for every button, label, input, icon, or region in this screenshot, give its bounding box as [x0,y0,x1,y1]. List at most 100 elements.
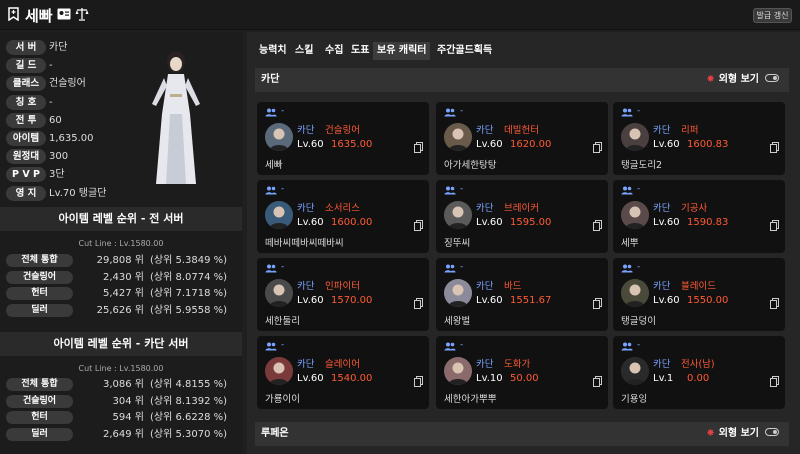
character-level: Lv.60 [476,295,503,306]
character-server: 카단 [653,203,671,214]
copy-icon[interactable] [593,298,602,309]
rank-row: 전체 통합 29,808 위 (상위 5.3849 %) [6,254,238,267]
profile-key: 칭 호 [6,94,46,110]
scale-icon[interactable] [75,7,89,21]
rank-row: 전체 통합 3,086 위 (상위 4.8155 %) [6,378,238,391]
rank-percent: (상위 7.1718 %) [150,288,228,299]
item-level: 1600.00 [331,217,373,228]
character-portrait [265,279,293,307]
rank-server-title: 아이템 레벨 순위 - 카단 서버 [0,332,242,356]
character-name-label: 아가세한탕탕 [444,160,497,171]
toggle-icon[interactable] [765,428,779,436]
character-portrait [444,357,472,385]
item-level: 50.00 [510,373,539,384]
character-card[interactable]: - 카단 브레이커 Lv.60 1595.00 징뚜씨 [436,180,608,253]
profile-key: 길 드 [6,58,46,74]
item-level: 1550.00 [687,295,729,306]
tab-0[interactable]: 능력치 [255,42,291,60]
id-card-icon[interactable] [57,8,71,20]
party-icon [265,264,277,273]
character-card[interactable]: - 카단 기공사 Lv.60 1590.83 세뿌 [613,180,785,253]
copy-icon[interactable] [593,220,602,231]
appearance-toggle[interactable]: ✸ 외형 보기 [706,74,779,86]
profile-value: - [49,96,53,108]
refresh-button[interactable]: 발급 갱신 [753,8,792,23]
guild-dash: - [281,184,285,194]
rank-position: 2,430 위 [102,271,144,283]
rank-server-cutline: Cut Line : Lv.1580.00 [78,364,164,373]
rank-row: 딜러 2,649 위 (상위 5.3070 %) [6,427,238,441]
character-card[interactable]: - 카단 바드 Lv.60 1551.67 세왕벌 [436,258,608,331]
copy-icon[interactable] [414,376,423,387]
character-name-label: 기용잉 [621,394,648,405]
party-icon [265,186,277,195]
guild-dash: - [637,106,641,116]
bookmark-icon[interactable] [8,7,19,21]
character-class: 인파이터 [325,281,360,292]
copy-icon[interactable] [770,220,779,231]
character-level: Lv.60 [476,217,503,228]
party-icon [265,108,277,117]
rank-all-cutline: Cut Line : Lv.1580.00 [78,239,164,248]
character-card[interactable]: - 카단 슬레이어 Lv.60 1540.00 가룡이이 [257,336,429,409]
character-portrait [265,201,293,229]
character-class: 도화가 [504,359,531,370]
copy-icon[interactable] [770,298,779,309]
character-name: 세빠 [25,7,53,25]
copy-icon[interactable] [414,142,423,153]
character-level: Lv.60 [653,217,680,228]
character-portrait [621,279,649,307]
tab-3[interactable]: 도표 [347,42,373,60]
party-icon [621,186,633,195]
rank-position: 3,086 위 [102,379,144,390]
character-card[interactable]: - 카단 전사(남) Lv.1 0.00 기용잉 [613,336,785,409]
character-card[interactable]: - 카단 데빌헌터 Lv.60 1620.00 아가세한탕탕 [436,102,608,175]
tab-5[interactable]: 주간골드획득 [433,42,496,60]
character-card[interactable]: - 카단 리퍼 Lv.60 1600.83 탱글도리2 [613,102,785,175]
character-card[interactable]: - 카단 도화가 Lv.10 50.00 세한아가뿌뿌 [436,336,608,409]
guild-dash: - [637,184,641,194]
character-level: Lv.60 [297,217,324,228]
rank-position: 25,626 위 [96,304,144,316]
profile-key: P V P [6,167,46,183]
profile-key: 아이템 [6,131,46,146]
item-level: 1635.00 [331,139,373,150]
character-name-label: 탱글도리2 [621,160,663,171]
profile-key: 전 투 [6,112,46,128]
character-portrait [265,357,293,385]
profile-value: 1,635.00 [49,133,94,144]
character-card[interactable]: - 카단 소서리스 Lv.60 1600.00 떼바씨떼바씨떼바씨 [257,180,429,253]
copy-icon[interactable] [593,376,602,387]
star-icon: ✸ [706,428,715,439]
item-level: 1595.00 [510,217,552,228]
tab-2[interactable]: 수집 [321,42,347,60]
guild-dash: - [281,106,285,116]
character-class: 블레이드 [681,281,716,292]
copy-icon[interactable] [593,142,602,153]
rank-position: 2,649 위 [102,428,144,440]
rank-row: 헌터 5,427 위 (상위 7.1718 %) [6,287,238,300]
copy-icon[interactable] [770,142,779,153]
star-icon: ✸ [706,74,715,85]
character-card[interactable]: - 카단 인파이터 Lv.60 1570.00 세한둘리 [257,258,429,331]
rank-category: 건슬링어 [6,270,73,284]
rank-row: 헌터 594 위 (상위 6.6228 %) [6,411,238,424]
copy-icon[interactable] [414,220,423,231]
character-card[interactable]: - 카단 건슬링어 Lv.60 1635.00 세빠 [257,102,429,175]
profile-value: 3단 [49,169,65,181]
tab-4[interactable]: 보유 캐릭터 [373,42,431,60]
tab-1[interactable]: 스킬 [291,42,317,60]
character-card[interactable]: - 카단 블레이드 Lv.60 1550.00 탱글덩이 [613,258,785,331]
party-icon [621,108,633,117]
toggle-icon[interactable] [765,74,779,82]
rank-category: 딜러 [6,303,73,317]
character-name-label: 징뚜씨 [444,238,471,249]
copy-icon[interactable] [414,298,423,309]
character-level: Lv.60 [653,139,680,150]
profile-key: 영 지 [6,185,46,201]
character-name-label: 세한아가뿌뿌 [444,394,497,405]
appearance-toggle[interactable]: ✸ 외형 보기 [706,428,779,440]
character-name-label: 세왕벌 [444,316,471,327]
character-name-label: 탱글덩이 [621,316,656,327]
copy-icon[interactable] [770,376,779,387]
